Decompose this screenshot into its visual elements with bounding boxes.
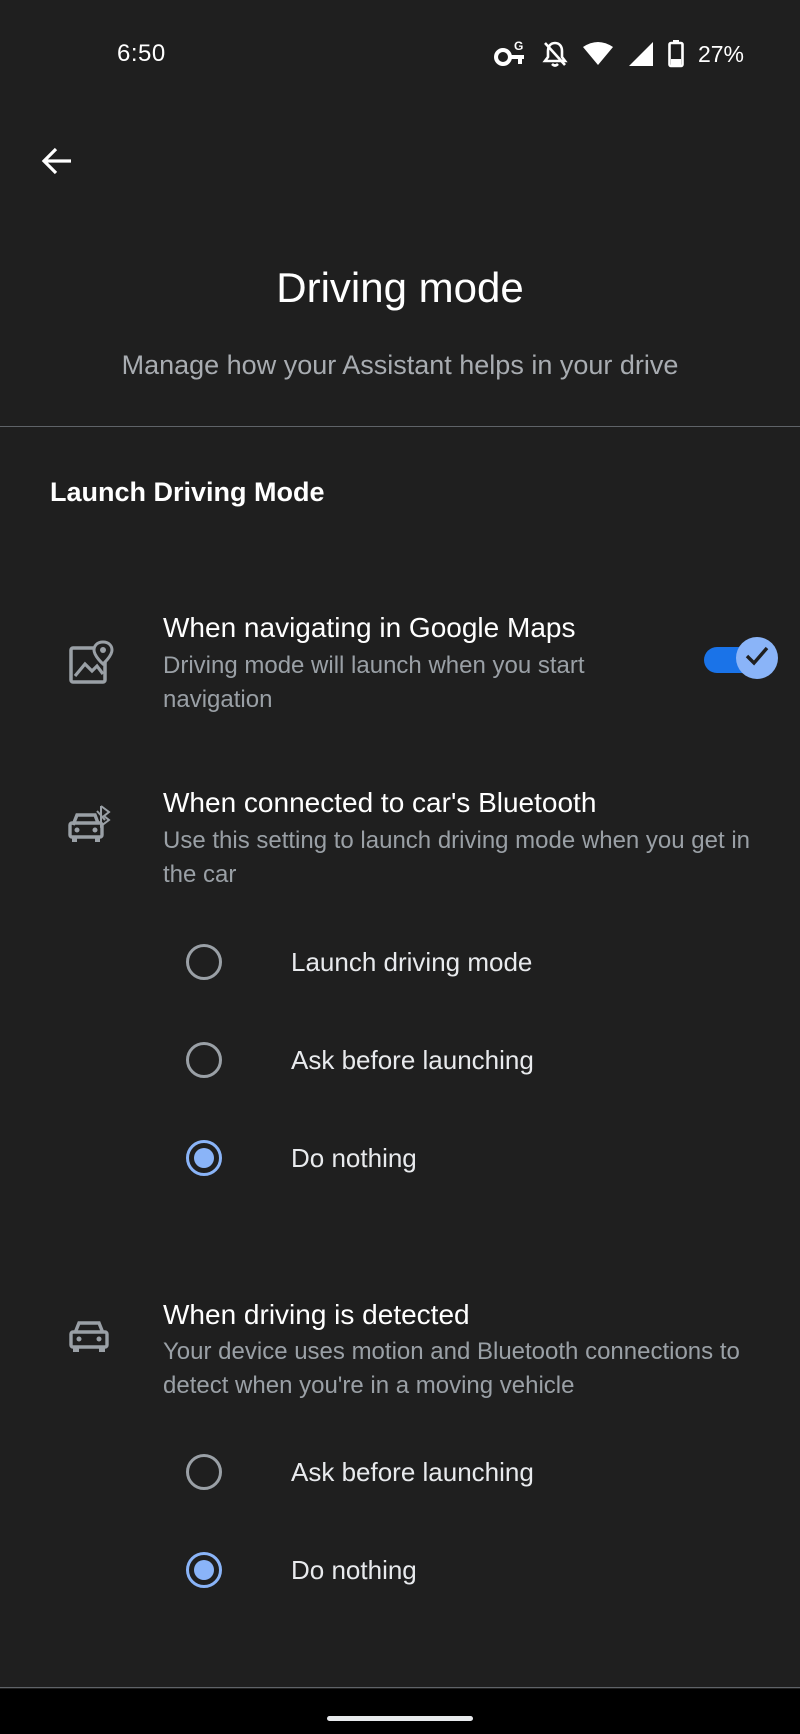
setting-bluetooth-description: Use this setting to launch driving mode … (163, 827, 751, 888)
battery-percentage: 27% (697, 40, 744, 67)
radio-button[interactable] (186, 1042, 222, 1078)
page-title: Driving mode (276, 264, 524, 311)
header-divider (0, 426, 800, 427)
notifications-off-icon (542, 40, 568, 68)
page-subtitle: Manage how your Assistant helps in your … (121, 350, 679, 380)
bluetooth-option-nothing[interactable]: Do nothing (186, 1128, 417, 1188)
status-icons: G 27% (493, 38, 744, 70)
battery-icon (668, 40, 684, 68)
wifi-icon (582, 41, 614, 67)
status-time: 6:50 (117, 40, 166, 67)
cell-signal-icon (628, 41, 654, 67)
setting-maps-description: Driving mode will launch when you start … (163, 652, 585, 713)
radio-button[interactable] (186, 1454, 222, 1490)
toggle-thumb (736, 637, 778, 679)
radio-label: Do nothing (291, 1142, 417, 1173)
map-pin-icon (64, 636, 118, 690)
setting-maps-title: When navigating in Google Maps (163, 612, 576, 643)
setting-detected-title: When driving is detected (163, 1299, 470, 1330)
bluetooth-option-ask[interactable]: Ask before launching (186, 1030, 534, 1090)
navigation-bar (0, 1689, 800, 1734)
maps-toggle[interactable] (700, 637, 778, 681)
radio-button[interactable] (186, 944, 222, 980)
car-icon (62, 1311, 116, 1365)
arrow-back-icon (41, 146, 73, 181)
radio-label: Launch driving mode (291, 946, 533, 977)
radio-label: Do nothing (291, 1554, 417, 1585)
vpn-key-icon: G (493, 39, 528, 69)
radio-label: Ask before launching (291, 1044, 534, 1075)
detected-option-nothing[interactable]: Do nothing (186, 1540, 417, 1600)
section-heading: Launch Driving Mode (50, 477, 325, 507)
radio-label: Ask before launching (291, 1456, 534, 1487)
back-button[interactable] (30, 136, 84, 190)
radio-button-selected[interactable] (186, 1140, 222, 1176)
svg-text:G: G (514, 39, 523, 53)
detected-option-ask[interactable]: Ask before launching (186, 1442, 534, 1502)
setting-detected-description: Your device uses motion and Bluetooth co… (163, 1338, 740, 1399)
car-bluetooth-icon (62, 800, 116, 854)
check-icon (744, 645, 770, 672)
bottom-divider (0, 1687, 800, 1688)
gesture-handle[interactable] (327, 1716, 473, 1721)
bluetooth-option-launch[interactable]: Launch driving mode (186, 932, 532, 992)
setting-bluetooth-title: When connected to car's Bluetooth (163, 787, 597, 818)
radio-button-selected[interactable] (186, 1552, 222, 1588)
